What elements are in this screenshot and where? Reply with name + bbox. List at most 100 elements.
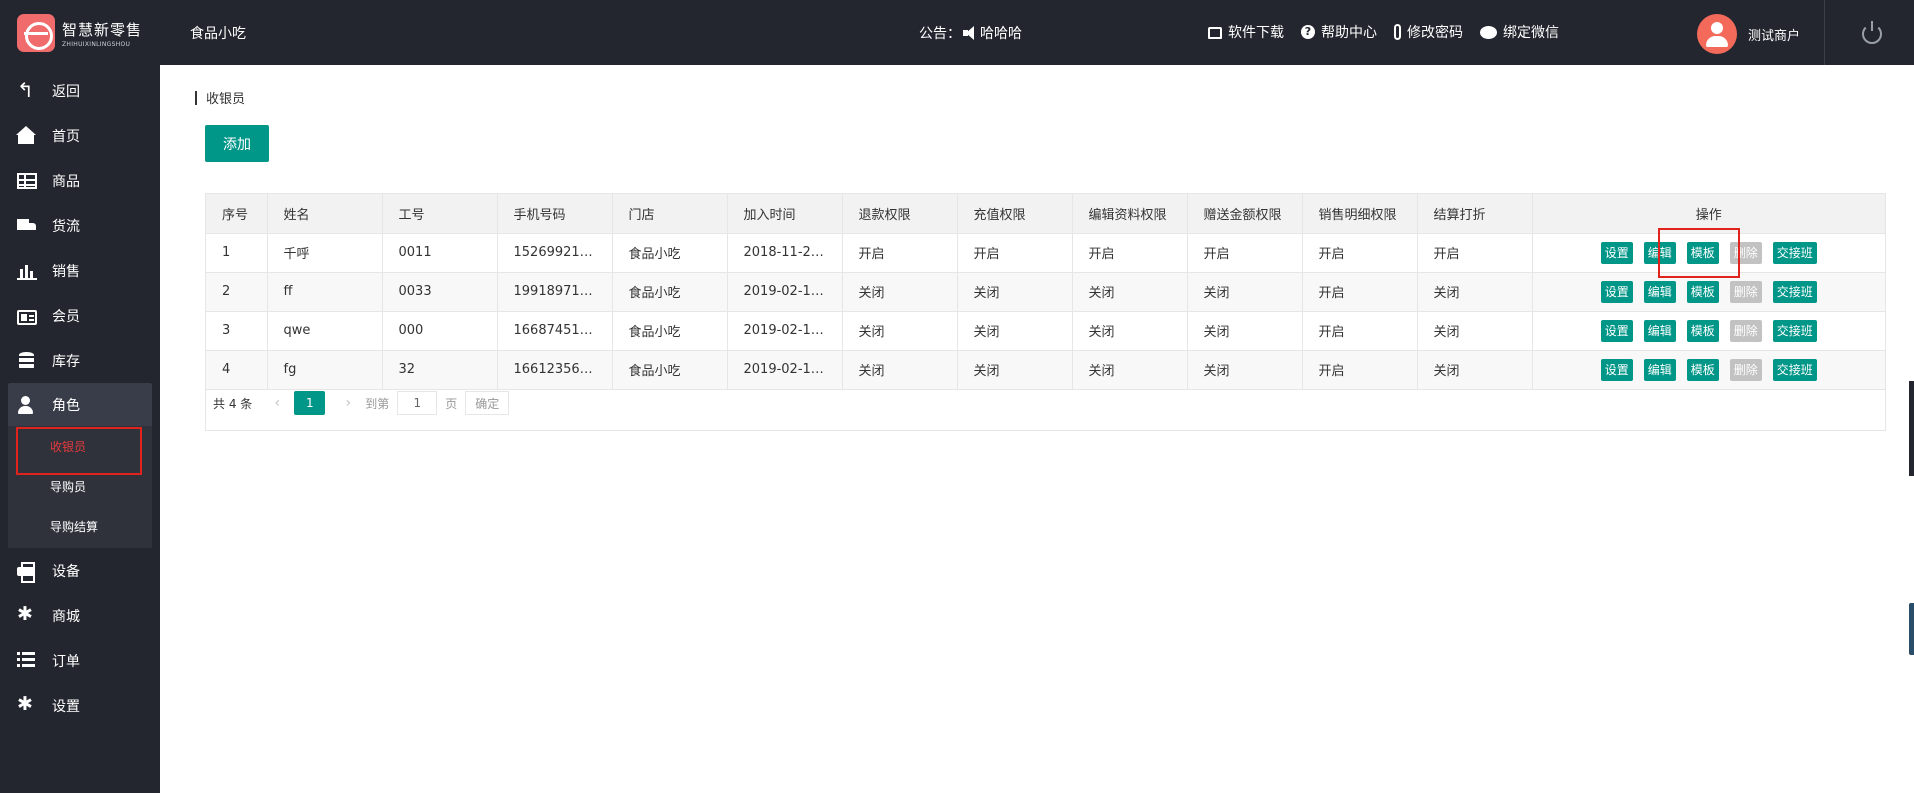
sidebar-item-sales[interactable]: 销售 [0,253,160,289]
highlight-box [1658,228,1740,278]
software-download-link[interactable]: 软件下载 [1208,22,1284,42]
bar-chart-icon [17,262,37,280]
column-header: 退款权限 [842,194,958,234]
settings-button[interactable]: 设置 [1600,358,1633,381]
gear-icon [17,604,37,625]
table-cell: 2019-02-1… [727,350,843,390]
next-page-icon[interactable]: › [339,395,357,411]
power-icon[interactable] [1862,21,1882,44]
bind-wechat-link[interactable]: 绑定微信 [1480,22,1559,42]
table-cell: 3 [206,311,268,351]
top-bar: 智慧新零售 ZHIHUIXINLINGSHOU 食品小吃 公告： 哈哈哈 软件下… [0,0,1914,65]
shift-handover-button[interactable]: 交接班 [1772,319,1817,342]
edit-button[interactable]: 编辑 [1643,358,1676,381]
total-count: 共 4 条 [213,396,253,411]
pagination: 共 4 条 ‹ 1 › 到第 页 确定 [207,391,510,415]
logo-icon [17,14,55,52]
wechat-icon [1480,25,1497,39]
add-button[interactable]: 添加 [205,125,269,162]
table-cell: 2 [206,272,268,312]
table-header-row: 序号 姓名 工号 手机号码 门店 加入时间 退款权限 充值权限 编辑资料权限 赠… [206,194,1885,234]
help-center-link[interactable]: ? 帮助中心 [1301,22,1377,42]
user-menu[interactable]: 测试商户 [1697,14,1800,54]
table-cell: 关闭 [957,272,1073,312]
confirm-page-button[interactable]: 确定 [465,391,510,415]
table-cell: 32 [382,350,498,390]
settings-button[interactable]: 设置 [1600,280,1633,303]
shift-handover-button[interactable]: 交接班 [1772,280,1817,303]
sidebar-item-members[interactable]: 会员 [0,298,160,334]
store-name: 食品小吃 [190,26,246,42]
column-header: 加入时间 [727,194,843,234]
avatar [1697,14,1737,54]
table-cell: 关闭 [1417,272,1533,312]
sidebar-item-home[interactable]: 首页 [0,118,160,154]
sidebar-item-mall[interactable]: 商城 [0,598,160,634]
logo[interactable]: 智慧新零售 ZHIHUIXINLINGSHOU [17,14,142,52]
grid-icon [17,173,37,189]
table-cell: 关闭 [1187,272,1303,312]
table-cell: 4 [206,350,268,390]
table-row: 1 千呼 0011 15269921… 食品小吃 2018-11-2… 开启 开启 开启 开启 开启… [206,233,1885,273]
user-icon [17,395,37,414]
help-icon: ? [1301,25,1315,39]
column-header: 手机号码 [497,194,613,234]
table-cell: 关闭 [842,311,958,351]
settings-button[interactable]: 设置 [1600,319,1633,342]
settings-button[interactable]: 设置 [1600,241,1633,264]
sidebar-item-devices[interactable]: 设备 [0,553,160,589]
page-number-input[interactable] [397,391,438,415]
sidebar-item-back[interactable]: 返回 [0,73,160,109]
sidebar-item-logistics[interactable]: 货流 [0,208,160,244]
table-cell: 19918971… [497,272,613,312]
back-icon [17,78,37,102]
page-1-button[interactable]: 1 [294,391,326,415]
table-cell: 关闭 [1072,311,1188,351]
template-button[interactable]: 模板 [1686,358,1719,381]
table-cell: 开启 [842,233,958,273]
table-cell: 关闭 [1187,311,1303,351]
prev-page-icon[interactable]: ‹ [268,395,286,411]
template-button[interactable]: 模板 [1686,280,1719,303]
sidebar-item-roles[interactable]: 角色 [8,383,152,426]
shift-handover-button[interactable]: 交接班 [1772,241,1817,264]
database-icon [17,352,37,370]
shift-handover-button[interactable]: 交接班 [1772,358,1817,381]
sidebar-item-products[interactable]: 商品 [0,163,160,199]
sidebar-item-settings[interactable]: 设置 [0,688,160,724]
cashier-table: 序号 姓名 工号 手机号码 门店 加入时间 退款权限 充值权限 编辑资料权限 赠… [205,193,1886,431]
table-cell: 16687451… [497,311,613,351]
table-cell: 关闭 [1072,272,1188,312]
logo-title: 智慧新零售 [62,20,143,39]
table-cell: 16612356… [497,350,613,390]
edit-button[interactable]: 编辑 [1643,319,1676,342]
table-cell: 0011 [382,233,498,273]
table-cell: 关闭 [957,350,1073,390]
column-header: 结算打折 [1417,194,1533,234]
edit-button[interactable]: 编辑 [1643,280,1676,303]
table-cell: 0033 [382,272,498,312]
change-password-link[interactable]: 修改密码 [1394,22,1463,42]
delete-button[interactable]: 删除 [1729,319,1762,342]
table-cell: 食品小吃 [612,311,728,351]
table-cell: 1 [206,233,268,273]
table-cell: 千呼 [267,233,383,273]
table-cell: 开启 [1417,233,1533,273]
delete-button[interactable]: 删除 [1729,358,1762,381]
delete-button[interactable]: 删除 [1729,280,1762,303]
table-cell: 2019-02-1… [727,311,843,351]
submenu-item-guide-settlement[interactable]: 导购结算 [8,510,152,542]
gear-icon [17,694,37,715]
table-cell: 000 [382,311,498,351]
template-button[interactable]: 模板 [1686,319,1719,342]
table-cell: 2018-11-2… [727,233,843,273]
table-cell: 关闭 [842,350,958,390]
highlight-box [16,427,142,475]
scrollbar-marker [1909,603,1914,655]
goto-label: 到第 [365,396,390,411]
table-cell: 食品小吃 [612,272,728,312]
sidebar-item-inventory[interactable]: 库存 [0,343,160,379]
sidebar-item-orders[interactable]: 订单 [0,643,160,679]
table-cell: 关闭 [1072,350,1188,390]
table-cell: qwe [267,311,383,351]
